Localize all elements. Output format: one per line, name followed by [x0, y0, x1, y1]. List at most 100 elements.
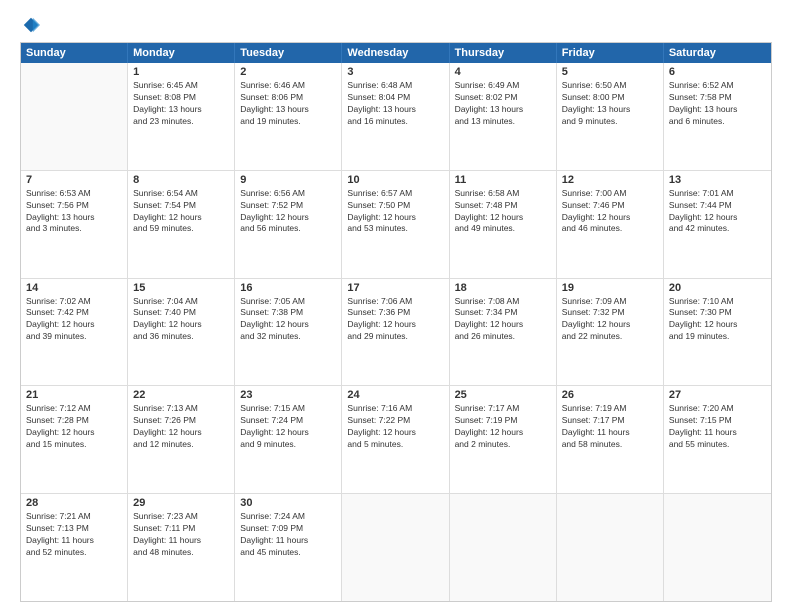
calendar: SundayMondayTuesdayWednesdayThursdayFrid… — [20, 42, 772, 602]
header-day-sunday: Sunday — [21, 43, 128, 63]
day-cell-12: 12Sunrise: 7:00 AM Sunset: 7:46 PM Dayli… — [557, 171, 664, 278]
day-cell-24: 24 Sunrise: 7:16 AM Sunset: 7:22 PM Dayli… — [342, 386, 449, 493]
header-day-tuesday: Tuesday — [235, 43, 342, 63]
day-number: 17 — [347, 282, 443, 294]
calendar-row-3: 21 Sunrise: 7:12 AM Sunset: 7:28 PM Dayli… — [21, 386, 771, 494]
day-number: 15 — [133, 282, 229, 294]
day-info: Sunrise: 7:23 AM Sunset: 7:11 PM Dayligh… — [133, 511, 229, 559]
logo-icon — [22, 16, 40, 34]
header-day-thursday: Thursday — [450, 43, 557, 63]
day-info: Sunrise: 7:24 AM Sunset: 7:09 PM Dayligh… — [240, 511, 336, 559]
day-number: 24 — [347, 389, 443, 401]
day-cell-6: 6Sunrise: 6:52 AM Sunset: 7:58 PM Daylig… — [664, 63, 771, 170]
day-cell-9: 9Sunrise: 6:56 AM Sunset: 7:52 PM Daylig… — [235, 171, 342, 278]
day-info: Sunrise: 7:08 AM Sunset: 7:34 PM Dayligh… — [455, 296, 551, 344]
day-info: Sunrise: 7:05 AM Sunset: 7:38 PM Dayligh… — [240, 296, 336, 344]
calendar-row-4: 28 Sunrise: 7:21 AM Sunset: 7:13 PM Dayli… — [21, 494, 771, 601]
day-cell-20: 20 Sunrise: 7:10 AM Sunset: 7:30 PM Dayli… — [664, 279, 771, 386]
header-day-wednesday: Wednesday — [342, 43, 449, 63]
day-number: 16 — [240, 282, 336, 294]
day-info: Sunrise: 6:45 AM Sunset: 8:08 PM Dayligh… — [133, 80, 229, 128]
day-number: 21 — [26, 389, 122, 401]
day-cell-10: 10Sunrise: 6:57 AM Sunset: 7:50 PM Dayli… — [342, 171, 449, 278]
day-info: Sunrise: 7:21 AM Sunset: 7:13 PM Dayligh… — [26, 511, 122, 559]
day-info: Sunrise: 6:48 AM Sunset: 8:04 PM Dayligh… — [347, 80, 443, 128]
calendar-row-2: 14 Sunrise: 7:02 AM Sunset: 7:42 PM Dayli… — [21, 279, 771, 387]
day-cell-18: 18 Sunrise: 7:08 AM Sunset: 7:34 PM Dayli… — [450, 279, 557, 386]
header-day-saturday: Saturday — [664, 43, 771, 63]
day-info: Sunrise: 6:46 AM Sunset: 8:06 PM Dayligh… — [240, 80, 336, 128]
day-cell-25: 25 Sunrise: 7:17 AM Sunset: 7:19 PM Dayli… — [450, 386, 557, 493]
day-info: Sunrise: 7:16 AM Sunset: 7:22 PM Dayligh… — [347, 403, 443, 451]
day-number: 29 — [133, 497, 229, 509]
day-info: Sunrise: 7:01 AM Sunset: 7:44 PM Dayligh… — [669, 188, 766, 236]
day-info: Sunrise: 7:10 AM Sunset: 7:30 PM Dayligh… — [669, 296, 766, 344]
day-cell-15: 15 Sunrise: 7:04 AM Sunset: 7:40 PM Dayli… — [128, 279, 235, 386]
calendar-row-1: 7Sunrise: 6:53 AM Sunset: 7:56 PM Daylig… — [21, 171, 771, 279]
calendar-row-0: 1 Sunrise: 6:45 AM Sunset: 8:08 PM Daylig… — [21, 63, 771, 171]
day-cell-2: 2 Sunrise: 6:46 AM Sunset: 8:06 PM Daylig… — [235, 63, 342, 170]
day-number: 18 — [455, 282, 551, 294]
day-number: 5 — [562, 66, 658, 78]
day-number: 12 — [562, 174, 658, 186]
day-number: 10 — [347, 174, 443, 186]
day-number: 4 — [455, 66, 551, 78]
day-number: 19 — [562, 282, 658, 294]
day-cell-8: 8 Sunrise: 6:54 AM Sunset: 7:54 PM Daylig… — [128, 171, 235, 278]
day-info: Sunrise: 7:12 AM Sunset: 7:28 PM Dayligh… — [26, 403, 122, 451]
page: SundayMondayTuesdayWednesdayThursdayFrid… — [0, 0, 792, 612]
day-info: Sunrise: 7:15 AM Sunset: 7:24 PM Dayligh… — [240, 403, 336, 451]
day-info: Sunrise: 7:04 AM Sunset: 7:40 PM Dayligh… — [133, 296, 229, 344]
day-info: Sunrise: 7:17 AM Sunset: 7:19 PM Dayligh… — [455, 403, 551, 451]
day-number: 14 — [26, 282, 122, 294]
day-number: 30 — [240, 497, 336, 509]
day-cell-7: 7Sunrise: 6:53 AM Sunset: 7:56 PM Daylig… — [21, 171, 128, 278]
day-number: 26 — [562, 389, 658, 401]
day-cell-4: 4 Sunrise: 6:49 AM Sunset: 8:02 PM Daylig… — [450, 63, 557, 170]
day-cell-5: 5 Sunrise: 6:50 AM Sunset: 8:00 PM Daylig… — [557, 63, 664, 170]
day-info: Sunrise: 7:09 AM Sunset: 7:32 PM Dayligh… — [562, 296, 658, 344]
calendar-body: 1 Sunrise: 6:45 AM Sunset: 8:08 PM Daylig… — [21, 63, 771, 601]
day-cell-26: 26 Sunrise: 7:19 AM Sunset: 7:17 PM Dayli… — [557, 386, 664, 493]
empty-cell — [664, 494, 771, 601]
logo — [20, 16, 40, 34]
day-info: Sunrise: 7:19 AM Sunset: 7:17 PM Dayligh… — [562, 403, 658, 451]
day-info: Sunrise: 6:54 AM Sunset: 7:54 PM Dayligh… — [133, 188, 229, 236]
day-number: 20 — [669, 282, 766, 294]
day-number: 1 — [133, 66, 229, 78]
day-cell-17: 17 Sunrise: 7:06 AM Sunset: 7:36 PM Dayli… — [342, 279, 449, 386]
day-cell-23: 23Sunrise: 7:15 AM Sunset: 7:24 PM Dayli… — [235, 386, 342, 493]
day-number: 13 — [669, 174, 766, 186]
empty-cell — [21, 63, 128, 170]
day-cell-21: 21 Sunrise: 7:12 AM Sunset: 7:28 PM Dayli… — [21, 386, 128, 493]
day-number: 11 — [455, 174, 551, 186]
empty-cell — [450, 494, 557, 601]
header-day-friday: Friday — [557, 43, 664, 63]
day-cell-28: 28 Sunrise: 7:21 AM Sunset: 7:13 PM Dayli… — [21, 494, 128, 601]
day-number: 28 — [26, 497, 122, 509]
day-info: Sunrise: 6:50 AM Sunset: 8:00 PM Dayligh… — [562, 80, 658, 128]
day-info: Sunrise: 6:49 AM Sunset: 8:02 PM Dayligh… — [455, 80, 551, 128]
day-info: Sunrise: 6:52 AM Sunset: 7:58 PM Dayligh… — [669, 80, 766, 128]
day-info: Sunrise: 7:13 AM Sunset: 7:26 PM Dayligh… — [133, 403, 229, 451]
day-number: 25 — [455, 389, 551, 401]
day-cell-16: 16 Sunrise: 7:05 AM Sunset: 7:38 PM Dayli… — [235, 279, 342, 386]
empty-cell — [342, 494, 449, 601]
day-cell-19: 19 Sunrise: 7:09 AM Sunset: 7:32 PM Dayli… — [557, 279, 664, 386]
day-number: 27 — [669, 389, 766, 401]
calendar-header: SundayMondayTuesdayWednesdayThursdayFrid… — [21, 43, 771, 63]
day-number: 8 — [133, 174, 229, 186]
day-cell-3: 3Sunrise: 6:48 AM Sunset: 8:04 PM Daylig… — [342, 63, 449, 170]
day-info: Sunrise: 7:02 AM Sunset: 7:42 PM Dayligh… — [26, 296, 122, 344]
day-info: Sunrise: 6:53 AM Sunset: 7:56 PM Dayligh… — [26, 188, 122, 236]
day-cell-14: 14 Sunrise: 7:02 AM Sunset: 7:42 PM Dayli… — [21, 279, 128, 386]
day-info: Sunrise: 6:58 AM Sunset: 7:48 PM Dayligh… — [455, 188, 551, 236]
day-cell-11: 11 Sunrise: 6:58 AM Sunset: 7:48 PM Dayli… — [450, 171, 557, 278]
day-info: Sunrise: 7:06 AM Sunset: 7:36 PM Dayligh… — [347, 296, 443, 344]
day-cell-29: 29 Sunrise: 7:23 AM Sunset: 7:11 PM Dayli… — [128, 494, 235, 601]
day-number: 2 — [240, 66, 336, 78]
day-cell-13: 13 Sunrise: 7:01 AM Sunset: 7:44 PM Dayli… — [664, 171, 771, 278]
empty-cell — [557, 494, 664, 601]
day-cell-1: 1 Sunrise: 6:45 AM Sunset: 8:08 PM Daylig… — [128, 63, 235, 170]
day-info: Sunrise: 7:20 AM Sunset: 7:15 PM Dayligh… — [669, 403, 766, 451]
